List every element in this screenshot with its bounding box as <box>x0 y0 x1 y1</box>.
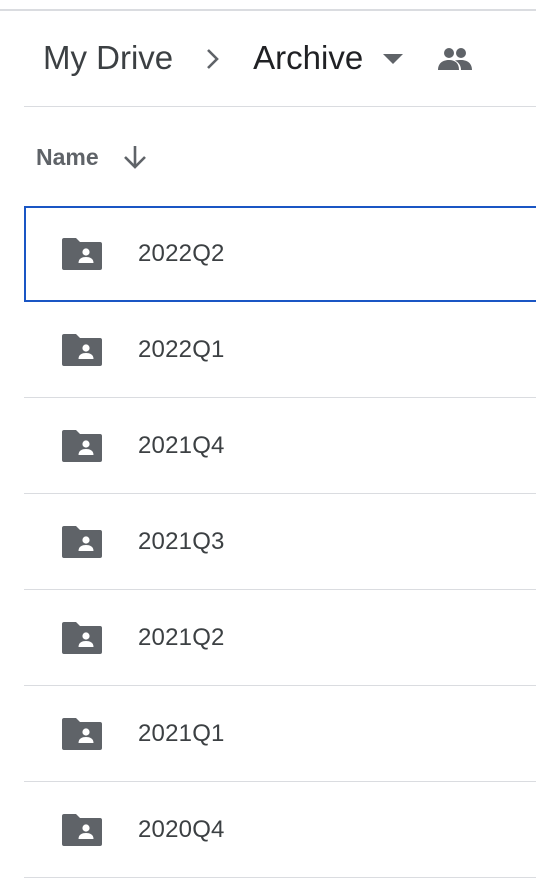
shared-folder-icon <box>61 429 103 463</box>
file-row[interactable]: 2021Q1 <box>24 686 536 782</box>
arrow-down-icon[interactable] <box>121 143 149 171</box>
file-name: 2022Q1 <box>138 335 225 363</box>
file-name: 2020Q4 <box>138 815 225 843</box>
top-divider <box>0 9 536 11</box>
caret-down-icon[interactable] <box>381 47 405 71</box>
breadcrumb-my-drive[interactable]: My Drive <box>43 35 173 80</box>
column-header: Name <box>24 108 536 206</box>
file-name: 2021Q1 <box>138 719 225 747</box>
file-name: 2021Q2 <box>138 623 225 651</box>
file-row[interactable]: 2021Q2 <box>24 590 536 686</box>
name-column-header[interactable]: Name <box>36 144 99 171</box>
shared-folder-icon <box>61 813 103 847</box>
file-row[interactable]: 2022Q1 <box>24 302 536 398</box>
file-name: 2021Q3 <box>138 527 225 555</box>
file-row[interactable]: 2020Q4 <box>24 782 536 878</box>
shared-folder-icon <box>61 525 103 559</box>
shared-folder-icon <box>61 237 103 271</box>
file-row[interactable]: 2021Q4 <box>24 398 536 494</box>
file-row[interactable]: 2022Q2 <box>24 206 536 302</box>
file-list: 2022Q2 2022Q1 2021Q4 2021Q3 2021Q2 2021Q1 2020… <box>24 206 536 878</box>
shared-folder-icon <box>61 333 103 367</box>
breadcrumb: My Drive Archive <box>24 12 536 107</box>
breadcrumb-archive[interactable]: Archive <box>253 35 363 80</box>
file-name: 2021Q4 <box>138 431 225 459</box>
people-icon[interactable] <box>435 44 475 74</box>
chevron-right-icon <box>203 47 223 71</box>
file-row[interactable]: 2021Q3 <box>24 494 536 590</box>
shared-folder-icon <box>61 621 103 655</box>
shared-folder-icon <box>61 717 103 751</box>
file-name: 2022Q2 <box>138 240 225 267</box>
